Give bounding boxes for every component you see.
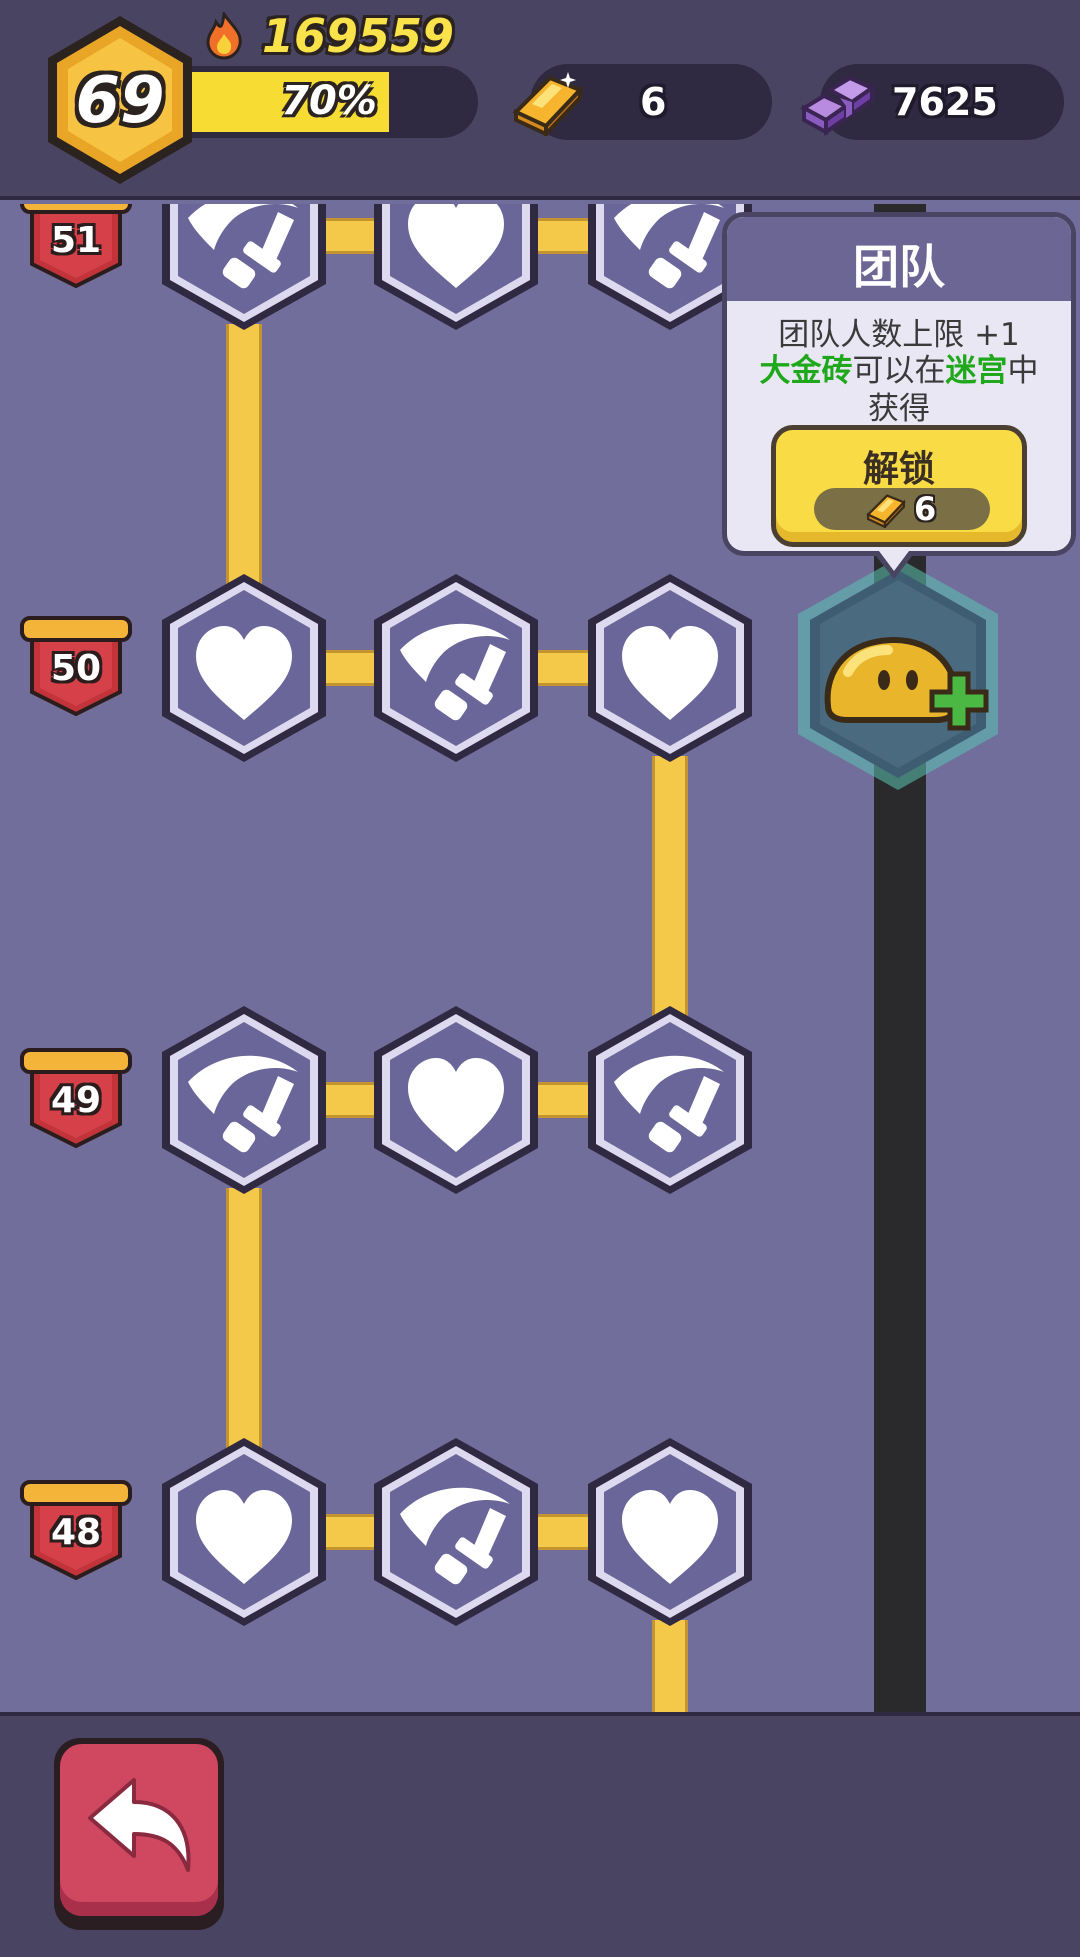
level-banner-number: 48 xyxy=(50,1512,102,1553)
skill-node-attack[interactable] xyxy=(370,1434,542,1630)
player-level-badge[interactable]: 69 xyxy=(44,12,196,188)
skill-node-attack[interactable] xyxy=(158,204,330,334)
gold-bar-icon xyxy=(512,72,584,136)
skill-node-health[interactable] xyxy=(370,204,542,334)
level-banner-49: 49 xyxy=(18,1042,134,1154)
level-banner-number: 50 xyxy=(50,648,102,689)
gold-count: 6 xyxy=(640,80,667,124)
unlock-label: 解锁 xyxy=(862,449,935,490)
gem-count: 7625 xyxy=(892,80,998,124)
unlock-cost: 6 xyxy=(814,488,990,530)
fire-icon xyxy=(206,12,242,60)
popup-title: 团队 xyxy=(853,240,945,294)
top-bar: 70% 69 169559 6 7625 xyxy=(0,0,1080,200)
level-banner-number: 49 xyxy=(50,1080,102,1121)
level-banner-number: 51 xyxy=(50,220,102,261)
connector xyxy=(226,1188,262,1448)
back-button[interactable] xyxy=(54,1738,224,1930)
skill-node-health[interactable] xyxy=(158,1434,330,1630)
skill-node-health[interactable] xyxy=(584,1434,756,1630)
score-display: 169559 xyxy=(204,8,454,64)
xp-progress-bar: 70% xyxy=(180,66,478,138)
skill-node-attack[interactable] xyxy=(158,1002,330,1198)
gold-bar-icon xyxy=(866,494,906,528)
skill-node-attack[interactable] xyxy=(584,1002,756,1198)
popup-header: 团队 xyxy=(727,217,1071,301)
score-value: 169559 xyxy=(262,9,455,63)
skill-node-health[interactable] xyxy=(370,1002,542,1198)
player-level: 69 xyxy=(75,64,165,138)
level-banner-51: 51 xyxy=(18,204,134,294)
popup-hint-text-end: 获得 xyxy=(868,391,930,427)
xp-percent-text: 70% xyxy=(281,78,377,124)
back-arrow-icon xyxy=(88,1778,191,1872)
connector xyxy=(652,1620,688,1712)
skill-tooltip-popup: 团队 团队人数上限 +1 大金砖可以在迷宫中 获得 解锁 6 xyxy=(722,212,1076,556)
skill-node-health[interactable] xyxy=(584,570,756,766)
purple-gem-icon xyxy=(800,75,876,136)
back-button-face xyxy=(60,1744,218,1916)
team-skill-node[interactable] xyxy=(796,556,1000,792)
level-banner-50: 50 xyxy=(18,610,134,722)
popup-pointer xyxy=(872,551,916,579)
level-banner-48: 48 xyxy=(18,1474,134,1586)
connector xyxy=(652,756,688,1016)
skill-node-attack[interactable] xyxy=(370,570,542,766)
unlock-cost-value: 6 xyxy=(914,490,937,528)
unlock-button[interactable]: 解锁 6 xyxy=(771,425,1027,547)
connector xyxy=(226,324,262,584)
skill-node-health[interactable] xyxy=(158,570,330,766)
